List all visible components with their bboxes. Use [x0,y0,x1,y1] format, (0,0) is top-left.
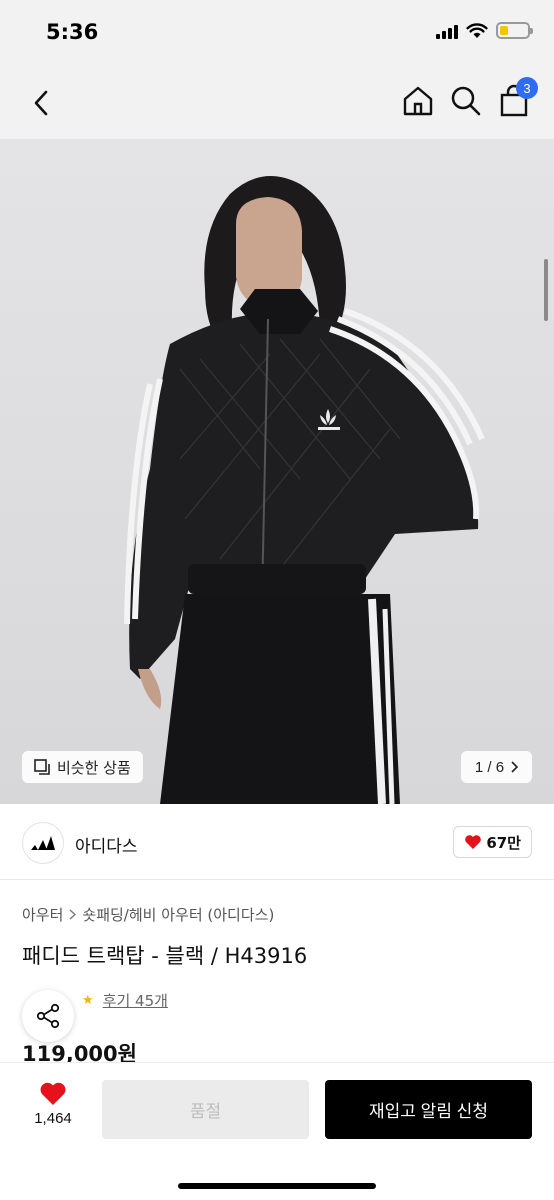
status-icons [436,22,533,39]
heart-icon [40,1082,66,1105]
wishlist-button[interactable]: 1,464 [20,1081,86,1127]
wishlist-count: 1,464 [34,1110,72,1127]
status-time: 5:36 [46,20,99,44]
back-button[interactable] [26,86,56,120]
breadcrumb: 아우터 숏패딩/헤비 아우터 (아디다스) [22,904,274,925]
product-image-gallery[interactable] [0,139,554,804]
brand-like-button[interactable]: 67만 [453,826,532,858]
signal-icon [436,23,458,39]
image-pager[interactable]: 1 / 6 [461,751,532,783]
share-button[interactable] [22,990,74,1042]
top-nav-bar: 3 [0,68,554,139]
product-title: 패디드 트랙탑 - 블랙 / H43916 [22,944,308,968]
battery-icon [496,22,533,39]
rating-stars-icon: ★ [82,993,95,1008]
cart-button[interactable]: 3 [496,77,538,119]
heart-icon [465,835,482,849]
brand-row[interactable]: 아디다스 67만 [0,804,554,880]
chevron-right-icon [511,761,519,773]
search-icon [451,86,481,116]
breadcrumb-item[interactable]: 아우터 [22,904,63,925]
scrollbar[interactable] [544,259,548,321]
status-bar: 5:36 [0,0,554,68]
home-indicator [178,1183,376,1189]
similar-products-icon [34,758,50,775]
restock-alert-button[interactable]: 재입고 알림 신청 [325,1080,532,1139]
brand-logo[interactable] [22,822,64,864]
home-icon [403,86,433,116]
pager-text: 1 / 6 [474,758,505,776]
product-photo [124,176,485,804]
share-icon [36,1003,60,1029]
bottom-action-bar: 1,464 품절 재입고 알림 신청 [0,1062,554,1200]
brand-like-count: 67만 [486,833,521,852]
home-button[interactable] [400,83,436,119]
wifi-icon [466,22,488,38]
chevron-left-icon [34,90,48,116]
search-button[interactable] [449,83,483,119]
chevron-right-icon [69,909,77,920]
similar-products-label: 비슷한 상품 [57,758,131,777]
sold-out-button: 품절 [102,1080,309,1139]
adidas-logo-icon [31,836,55,850]
review-count-link[interactable]: 후기 45개 [103,990,168,1011]
similar-products-button[interactable]: 비슷한 상품 [22,751,143,783]
brand-name[interactable]: 아디다스 [75,832,138,857]
breadcrumb-item[interactable]: 숏패딩/헤비 아우터 (아디다스) [82,904,274,925]
cart-count-badge: 3 [516,77,538,99]
